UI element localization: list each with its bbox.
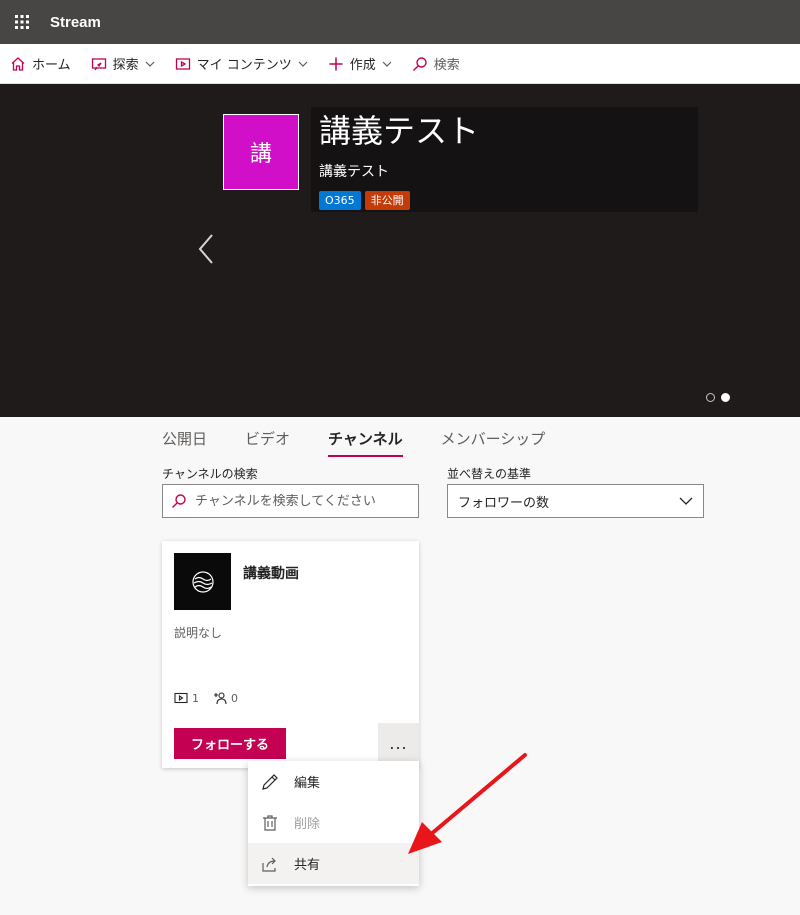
video-icon [175,56,191,72]
channel-thumbnail[interactable] [174,553,231,610]
chevron-down-icon [382,59,392,69]
nav-home-label: ホーム [32,54,71,73]
channel-card: 講義動画 説明なし 1 0 フォローする ... [162,541,419,768]
annotation-arrow [400,750,540,865]
channel-title[interactable]: 講義動画 [243,563,299,583]
video-icon [174,691,188,705]
waffle-icon[interactable] [0,0,44,44]
tag-private: 非公開 [365,191,410,210]
more-options-button[interactable]: ... [378,723,419,763]
carousel-dots [706,393,730,402]
carousel-dot-2[interactable] [721,393,730,402]
video-count-value: 1 [192,692,199,705]
menu-item-delete-label: 削除 [294,813,320,832]
channel-search-label: チャンネルの検索 [162,465,258,482]
nav-home[interactable]: ホーム [0,44,81,84]
video-count: 1 [174,691,199,705]
hero-title[interactable]: 講義テスト [319,111,690,151]
context-menu: 編集 削除 共有 [248,761,419,886]
tab-bar: 公開日 ビデオ チャンネル メンバーシップ [162,428,583,460]
plus-icon [328,56,344,72]
menu-item-delete[interactable]: 削除 [248,802,419,843]
menu-item-share[interactable]: 共有 [248,843,419,884]
carousel-dot-1[interactable] [706,393,715,402]
channel-search-box[interactable] [162,484,419,518]
chevron-down-icon [145,59,155,69]
search-icon [412,56,428,72]
tab-membership[interactable]: メンバーシップ [441,428,546,458]
nav-search-label: 検索 [434,54,460,73]
follower-count: 0 [213,691,238,705]
trash-icon [260,813,280,833]
nav-explore[interactable]: 探索 [81,44,165,84]
nav-create-label: 作成 [350,54,376,73]
sort-value: フォロワーの数 [458,492,549,511]
channel-search-input[interactable] [195,494,405,509]
menu-item-edit[interactable]: 編集 [248,761,419,802]
nav-my-content[interactable]: マイ コンテンツ [165,44,318,84]
tab-published[interactable]: 公開日 [162,428,207,458]
hero-banner: 講 講義テスト 講義テスト O365 非公開 [0,84,800,417]
nav-search[interactable]: 検索 [402,44,470,84]
search-icon [171,493,187,509]
nav-my-content-label: マイ コンテンツ [197,54,292,73]
follower-count-value: 0 [231,692,238,705]
sort-label: 並べ替えの基準 [447,465,531,482]
app-title[interactable]: Stream [50,14,101,31]
chevron-down-icon [679,494,693,508]
group-tile[interactable]: 講 [223,114,299,190]
stream-logo-icon [191,570,215,594]
followers-icon [213,691,227,705]
pencil-icon [260,772,280,792]
nav-bar: ホーム 探索 マイ コンテンツ 作成 検索 [0,44,800,84]
channel-description: 説明なし [174,624,222,641]
chevron-left-icon[interactable] [194,232,218,266]
tag-o365: O365 [319,191,361,210]
menu-item-share-label: 共有 [294,854,320,873]
hero-subtitle: 講義テスト [319,161,690,181]
nav-explore-label: 探索 [113,54,139,73]
share-icon [260,854,280,874]
tab-videos[interactable]: ビデオ [245,428,290,458]
tab-channels[interactable]: チャンネル [328,428,403,458]
follow-button[interactable]: フォローする [174,728,286,759]
app-bar: Stream [0,0,800,44]
home-icon [10,56,26,72]
nav-create[interactable]: 作成 [318,44,402,84]
chevron-down-icon [298,59,308,69]
menu-item-edit-label: 編集 [294,772,320,791]
explore-icon [91,56,107,72]
hero-card: 講義テスト 講義テスト O365 非公開 [311,107,698,212]
sort-dropdown[interactable]: フォロワーの数 [447,484,704,518]
